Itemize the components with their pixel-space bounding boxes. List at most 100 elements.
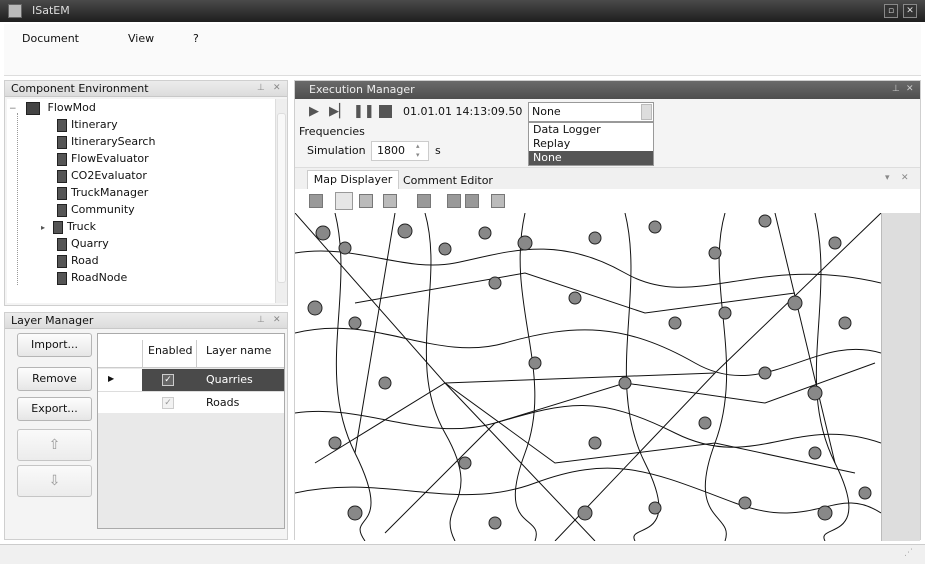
map-side-panel — [881, 213, 920, 541]
export-map-icon[interactable] — [447, 194, 461, 208]
enabled-checkbox[interactable]: ✓ — [162, 374, 174, 386]
tree-item[interactable]: Community — [7, 201, 275, 218]
move-up-button[interactable]: ⇧ — [17, 429, 92, 461]
app-icon — [8, 4, 22, 18]
select-tool-icon[interactable] — [335, 192, 353, 210]
remove-button[interactable]: Remove — [17, 367, 92, 391]
tree-root[interactable]: − FlowMod — [7, 99, 275, 116]
close-icon[interactable]: ✕ — [273, 83, 281, 93]
expand-arrow-icon[interactable]: ▸ — [41, 223, 45, 232]
zoom-icon[interactable] — [359, 194, 373, 208]
layer-name-cell: Roads — [206, 396, 240, 409]
spinner-icon[interactable]: ▴ ▾ — [416, 142, 420, 160]
road-network-map — [295, 213, 881, 541]
component-icon — [57, 135, 67, 149]
status-bar: ⋰ — [0, 544, 925, 564]
tree-item[interactable]: FlowEvaluator — [7, 150, 275, 167]
execution-manager-title: Execution Manager — [309, 83, 415, 96]
move-down-button[interactable]: ⇩ — [17, 465, 92, 497]
component-icon — [53, 220, 64, 234]
tree-item-label: TruckManager — [71, 186, 149, 199]
layer-manager-title: Layer Manager — [11, 314, 94, 327]
tree-item[interactable]: ▸ Truck — [7, 218, 275, 235]
component-icon — [57, 237, 67, 251]
map-toolbar — [295, 189, 920, 213]
component-icon — [57, 152, 67, 166]
network-icon — [26, 101, 41, 115]
menu-help[interactable]: ? — [193, 32, 199, 45]
component-icon — [57, 118, 67, 132]
column-header-layer-name[interactable]: Layer name — [206, 340, 271, 362]
mode-dropdown-list: Data Logger Replay None — [528, 122, 654, 166]
mode-dropdown[interactable]: None — [528, 102, 654, 122]
mode-option-data-logger[interactable]: Data Logger — [529, 123, 653, 137]
frequencies-label: Frequencies — [299, 125, 365, 138]
pin-icon[interactable]: ⊥ — [257, 83, 265, 93]
tree-root-label: FlowMod — [47, 101, 96, 114]
tree-scrollbar[interactable] — [275, 99, 287, 303]
collapse-icon[interactable]: − — [9, 104, 17, 114]
layer-manager-panel: Layer Manager ⊥ ✕ Import... Remove Expor… — [4, 312, 288, 540]
tab-map-displayer[interactable]: Map Displayer — [307, 170, 399, 190]
arrow-up-icon: ⇧ — [48, 437, 61, 453]
map-canvas[interactable] — [295, 213, 881, 541]
pause-icon[interactable]: ❚❚ — [353, 104, 375, 119]
scrollbar-thumb[interactable] — [277, 113, 286, 283]
restore-icon[interactable]: ▫ — [884, 4, 898, 18]
component-icon — [57, 254, 67, 268]
play-icon[interactable]: ▶ — [309, 104, 319, 119]
component-environment-title: Component Environment — [11, 82, 149, 95]
close-icon[interactable]: ✕ — [273, 315, 281, 325]
component-environment-header: Component Environment ⊥ ✕ — [5, 81, 287, 97]
menu-view[interactable]: View — [128, 32, 154, 45]
import-button[interactable]: Import... — [17, 333, 92, 357]
tree-item[interactable]: CO2Evaluator — [7, 167, 275, 184]
window-title: ISatEM — [32, 4, 70, 17]
execution-timestamp: 01.01.01 14:13:09.50 — [403, 105, 523, 118]
component-icon — [57, 169, 67, 183]
component-icon — [57, 271, 67, 285]
close-icon[interactable]: ✕ — [906, 84, 914, 94]
mode-option-none[interactable]: None — [529, 151, 653, 165]
tree-item-label: Road — [71, 254, 99, 267]
tab-bar: Map Displayer Comment Editor ▾ ✕ — [295, 167, 920, 190]
pin-icon[interactable]: ⊥ — [892, 84, 900, 94]
tree-item-label: Community — [71, 203, 135, 216]
tree-item[interactable]: TruckManager — [7, 184, 275, 201]
tree-item-label: RoadNode — [71, 271, 128, 284]
close-icon[interactable]: ✕ — [901, 173, 909, 183]
simulation-label: Simulation — [307, 144, 366, 157]
tree-item[interactable]: RoadNode — [7, 269, 275, 286]
execution-manager-panel: Execution Manager ⊥ ✕ ▶ ▶▏ ❚❚ 01.01.01 1… — [294, 80, 921, 541]
tree-item[interactable]: Itinerary — [7, 116, 275, 133]
stop-icon[interactable] — [379, 105, 392, 118]
tab-menu-icon[interactable]: ▾ — [885, 173, 890, 183]
tab-comment-editor[interactable]: Comment Editor — [403, 172, 493, 190]
dropdown-arrow-icon[interactable] — [641, 104, 652, 120]
tree-item[interactable]: ItinerarySearch — [7, 133, 275, 150]
layer-name-cell: Quarries — [206, 373, 253, 386]
execution-manager-header: Execution Manager ⊥ ✕ — [295, 81, 920, 99]
tree-item[interactable]: Quarry — [7, 235, 275, 252]
tree-item[interactable]: Road — [7, 252, 275, 269]
simulation-frequency-value: 1800 — [377, 144, 405, 157]
close-icon[interactable]: ✕ — [903, 4, 917, 18]
map-tool-icon[interactable] — [309, 194, 323, 208]
simulation-frequency-input[interactable]: 1800 ▴ ▾ — [371, 141, 429, 161]
mode-option-replay[interactable]: Replay — [529, 137, 653, 151]
print-icon[interactable] — [465, 194, 479, 208]
layer-icon[interactable] — [417, 194, 431, 208]
step-icon[interactable]: ▶▏ — [329, 104, 349, 119]
resize-grip-icon[interactable]: ⋰ — [904, 548, 913, 558]
column-header-enabled[interactable]: Enabled — [148, 340, 192, 362]
menu-bar: Document View ? — [4, 24, 921, 76]
enabled-checkbox[interactable]: ✓ — [162, 397, 174, 409]
pin-icon[interactable]: ⊥ — [257, 315, 265, 325]
tree-item-label: Itinerary — [71, 118, 118, 131]
image-icon[interactable] — [491, 194, 505, 208]
menu-document[interactable]: Document — [22, 32, 79, 45]
export-button[interactable]: Export... — [17, 397, 92, 421]
table-row[interactable]: ▶ ✓ Quarries — [98, 369, 284, 391]
table-row[interactable]: ✓ Roads — [98, 391, 284, 413]
pan-icon[interactable] — [383, 194, 397, 208]
